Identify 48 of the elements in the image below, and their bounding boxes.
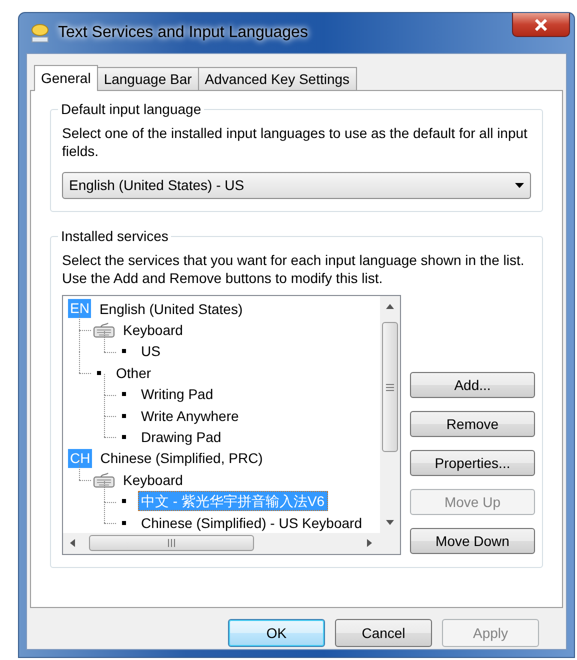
tree-item[interactable]: Chinese (Simplified) - US Keyboard [138, 512, 365, 533]
close-icon [534, 18, 548, 30]
bullet-icon [122, 435, 126, 440]
service-button[interactable]: Properties... [410, 450, 535, 476]
scroll-right-icon[interactable] [367, 539, 372, 547]
scroll-down-icon[interactable] [386, 520, 394, 525]
speech-bubble-icon [30, 23, 50, 43]
tab[interactable]: Advanced Key Settings [198, 67, 357, 90]
tree-item[interactable]: Write Anywhere [138, 406, 242, 426]
scroll-thumb[interactable] [89, 535, 254, 551]
dialog-button[interactable]: OK [228, 619, 325, 647]
tree-item[interactable]: Other [113, 362, 154, 383]
scroll-thumb[interactable] [382, 322, 398, 452]
tab[interactable]: Language Bar [96, 67, 199, 90]
tree-item[interactable]: Keyboard [120, 470, 186, 490]
bullet-icon [122, 520, 126, 525]
bullet-icon [122, 414, 126, 418]
horizontal-scrollbar[interactable] [63, 533, 379, 554]
bullet-icon [122, 499, 126, 504]
tree-item[interactable]: Chinese (Simplified, PRC) [97, 448, 266, 468]
language-code-tag: EN [68, 299, 92, 318]
scroll-left-icon[interactable] [70, 539, 75, 547]
tree-item[interactable]: Keyboard [120, 320, 186, 340]
bullet-icon [122, 349, 126, 354]
language-dropdown[interactable]: English (United States) - US [62, 172, 531, 199]
tree-item[interactable]: Drawing Pad [138, 427, 224, 448]
keyboard-icon [93, 322, 115, 338]
service-button[interactable]: Move Down [410, 528, 535, 554]
dropdown-arrow-icon [515, 183, 524, 188]
language-code-tag: CH [68, 448, 92, 468]
group-description: Select the services that you want for each input language shown in the list. Use the Add and Remove buttons to modify this list. [62, 251, 526, 287]
service-button[interactable]: Remove [410, 411, 535, 437]
tree-item[interactable]: English (United States) [96, 298, 246, 319]
window-title: Text Services and Input Languages [58, 23, 308, 43]
grip-icon [168, 539, 175, 547]
vertical-scrollbar[interactable] [380, 296, 400, 533]
dialog-button[interactable]: Cancel [335, 619, 432, 647]
tab[interactable]: General [34, 65, 98, 91]
bullet-icon [97, 370, 101, 375]
tree-item[interactable]: Writing Pad [138, 384, 216, 404]
bullet-icon [122, 392, 126, 396]
grip-icon [386, 384, 394, 390]
tree-item[interactable]: US [138, 341, 164, 362]
scroll-up-icon[interactable] [386, 304, 394, 309]
keyboard-icon [93, 472, 115, 488]
close-button[interactable] [512, 13, 570, 37]
group-description: Select one of the installed input languages to use as the default for all input fields. [62, 124, 528, 160]
service-button[interactable]: Add... [410, 372, 535, 398]
